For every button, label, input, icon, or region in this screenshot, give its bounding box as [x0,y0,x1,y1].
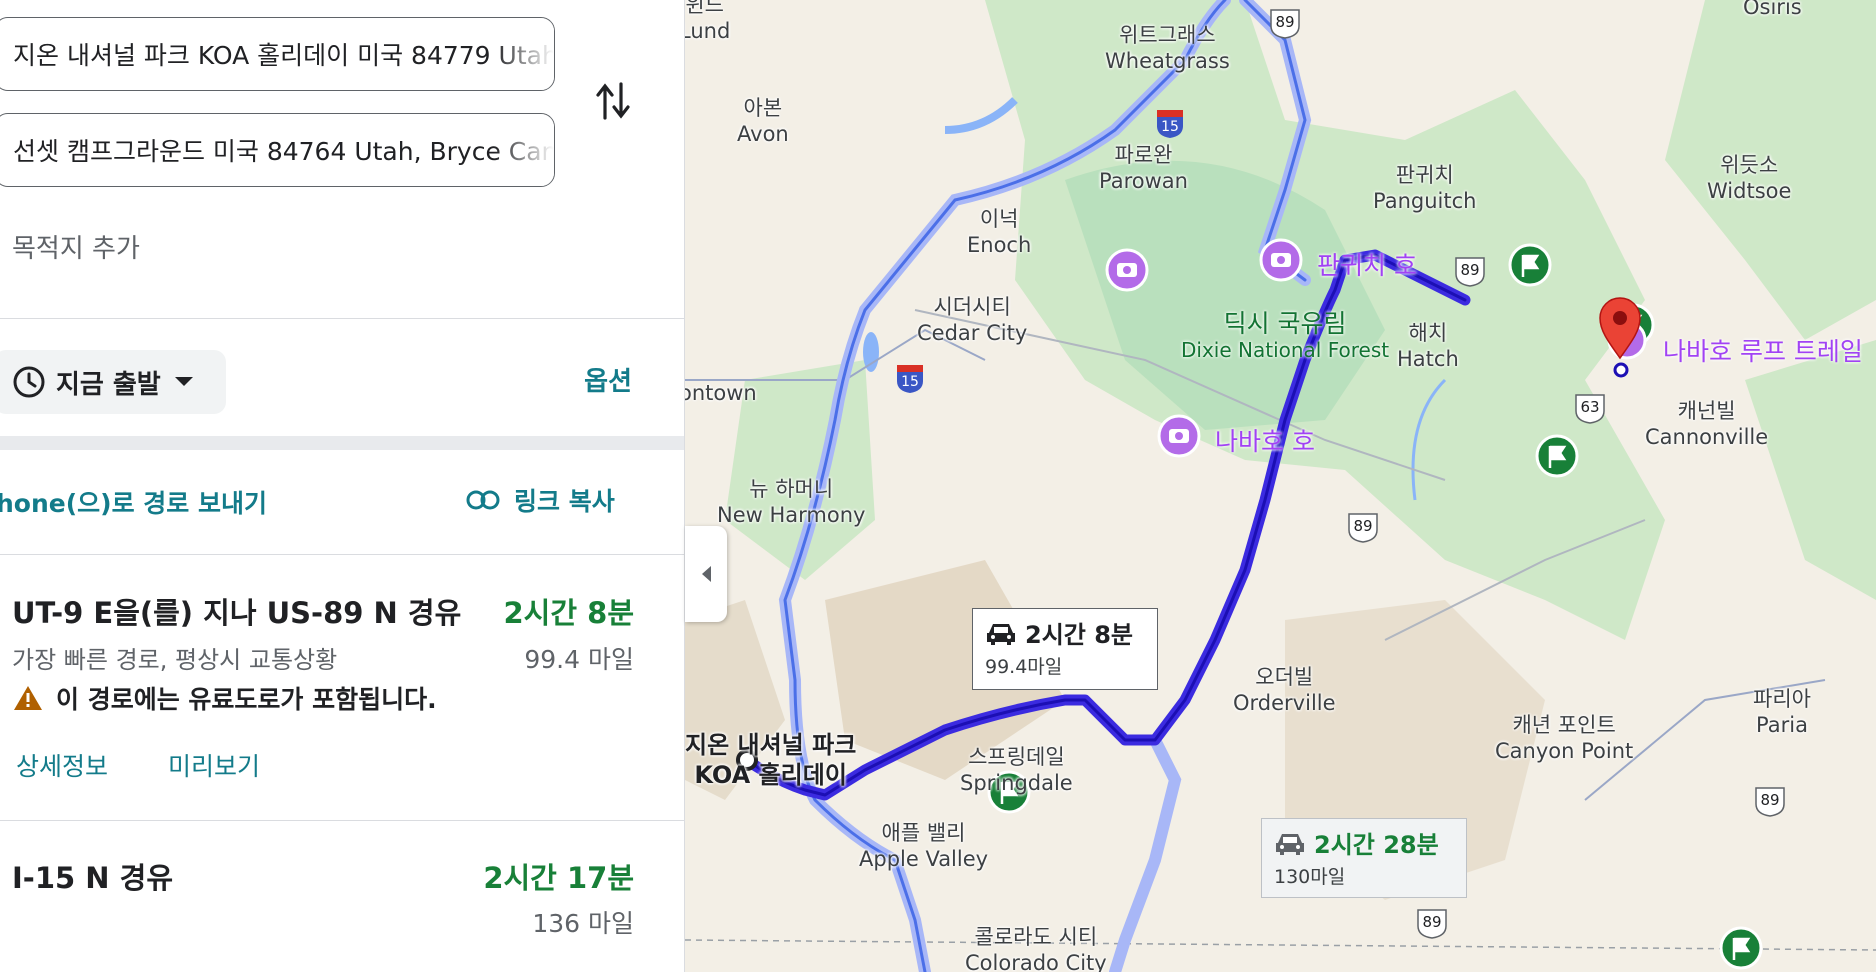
svg-text:89: 89 [1460,261,1479,279]
town-wheatgrass: 위트그래스 Wheatgrass [1105,23,1230,73]
car-icon [987,623,1015,645]
warning-icon [14,686,42,710]
town-lund: 윈드Lund [685,0,731,43]
poi-navajo-loop-trail[interactable]: 나바호 루프 트레일 [1663,332,1863,368]
route-1-title: UT-9 E을(를) 지나 US-89 N 경유 [12,596,462,630]
depart-label: 지금 출발 [56,369,161,400]
route-2-callout[interactable]: 2시간 28분 130마일 [1261,818,1467,898]
town-springdale: 스프링데일 Springdale [960,745,1073,795]
town-osiris: Osiris [1743,0,1802,19]
destination-pin [1599,297,1641,378]
route-2-callout-distance: 130마일 [1274,866,1346,888]
details-button[interactable]: 상세정보 [16,747,108,783]
svg-text:89: 89 [1760,791,1779,809]
svg-text:89: 89 [1353,517,1372,535]
town-avon: 아본 Avon [737,96,789,146]
town-paria: 파리아 Paria [1753,687,1811,737]
link-icon [466,490,500,510]
copy-link-label: 링크 복사 [514,487,615,516]
toll-warning: 이 경로에는 유료도로가 포함됩니다. [12,680,437,716]
chevron-left-icon [702,566,711,582]
send-to-phone-link[interactable]: hone(으)로 경로 보내기 [0,484,267,520]
town-panguitch: 판귀치 Panguitch [1373,163,1477,213]
route-1-callout-time: 2시간 8분 [1025,621,1133,649]
depart-time-dropdown[interactable]: 지금 출발 [0,350,226,414]
town-new-harmony: 뉴 하머니 New Harmony [717,477,866,527]
svg-text:89: 89 [1422,913,1441,931]
svg-text:89: 89 [1275,13,1294,31]
svg-text:15: 15 [1161,119,1179,135]
town-ontown: ontown [685,381,757,405]
town-hatch: 해치 Hatch [1397,321,1459,371]
map-canvas[interactable]: 89 15 15 89 89 63 89 89 윈드 und 위트그래스 Whe… [685,0,1876,972]
poi-panguitch-lake[interactable]: 판귀치 호 [1317,246,1417,282]
svg-text:15: 15 [901,374,919,390]
route-2-time: 2시간 17분 [483,861,634,895]
dixie-national-forest-label: 딕시 국유림 Dixie National Forest [1181,309,1390,363]
route-1-callout-distance: 99.4마일 [985,656,1063,678]
options-button[interactable]: 옵션 [584,361,632,398]
town-cannonville: 캐넌빌 Cannonville [1645,399,1769,449]
origin-text: 지온 내셔널 파크 KOA 홀리데이 미국 84779 Utah [13,41,555,70]
town-enoch: 이넉 Enoch [967,207,1032,257]
swap-button[interactable] [588,78,638,124]
town-apple-valley: 애플 밸리 Apple Valley [859,821,989,871]
town-cedar-city: 시더시티 Cedar City [917,295,1028,345]
destination-text: 선셋 캠프그라운드 미국 84764 Utah, Bryce Canyon [13,137,555,166]
route-1-distance: 99.4 마일 [524,645,634,674]
caret-down-icon [174,377,193,386]
route-2-callout-time: 2시간 28분 [1314,831,1439,859]
route-2-distance: 136 마일 [532,909,634,938]
preview-button[interactable]: 미리보기 [168,747,260,783]
destination-input[interactable]: 선셋 캠프그라운드 미국 84764 Utah, Bryce Canyon [0,113,555,187]
town-orderville: 오더빌 Orderville [1233,665,1336,715]
route-1-callout[interactable]: 2시간 8분 99.4마일 [972,608,1158,690]
poi-navajo-lake[interactable]: 나바호 호 [1215,422,1315,458]
directions-panel: 지온 내셔널 파크 KOA 홀리데이 미국 84779 Utah 선셋 캠프그라… [0,0,685,972]
collapse-panel-button[interactable] [685,526,727,622]
toll-warning-text: 이 경로에는 유료도로가 포함됩니다. [56,685,437,714]
copy-link-button[interactable]: 링크 복사 [466,482,615,518]
svg-text:63: 63 [1580,398,1599,416]
clock-icon [13,366,45,398]
swap-icon [596,82,630,120]
origin-input[interactable]: 지온 내셔널 파크 KOA 홀리데이 미국 84779 Utah [0,17,555,91]
route-1-time: 2시간 8분 [503,596,635,630]
town-parowan: 파로완 Parowan [1099,143,1188,193]
town-widtsoe: 위듯소 Widtsoe [1707,153,1792,203]
town-colorado-city: 콜로라도 시티 Colorado City [965,925,1107,972]
town-canyon-point: 캐년 포인트 Canyon Point [1495,713,1634,763]
add-destination-button[interactable]: 목적지 추가 [12,228,140,265]
route-2-title: I-15 N 경유 [12,861,174,895]
car-icon [1276,833,1304,855]
origin-label: 지온 내셔널 파크 KOA 홀리데이 [685,731,857,789]
route-1-subtitle: 가장 빠른 경로, 평상시 교통상황 [12,646,338,674]
